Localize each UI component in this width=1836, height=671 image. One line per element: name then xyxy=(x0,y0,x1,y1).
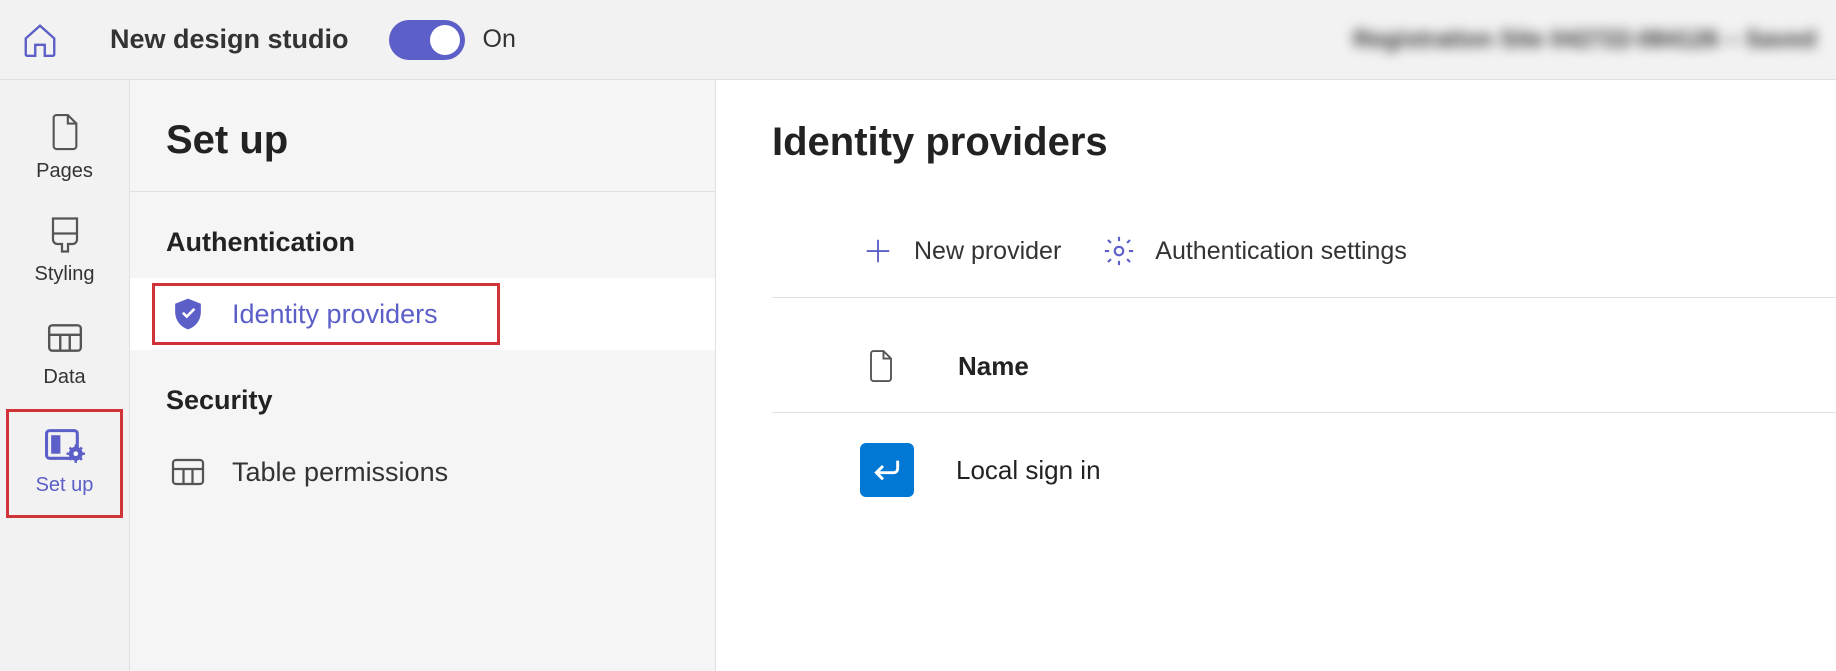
section-header-security: Security xyxy=(130,350,715,436)
plus-icon xyxy=(860,233,896,269)
list-header: Name xyxy=(772,298,1836,413)
new-provider-label: New provider xyxy=(914,237,1061,266)
rail-item-styling[interactable]: Styling xyxy=(0,201,129,304)
table-icon xyxy=(170,454,206,490)
content-toolbar: New provider Authentication settings xyxy=(772,213,1836,298)
auth-settings-button[interactable]: Authentication settings xyxy=(1101,233,1407,269)
new-provider-button[interactable]: New provider xyxy=(860,233,1061,269)
design-studio-toggle[interactable] xyxy=(389,20,465,60)
rail-label: Data xyxy=(43,366,85,389)
provider-name: Local sign in xyxy=(956,455,1101,486)
toggle-state-label: On xyxy=(483,25,516,54)
toggle-knob xyxy=(430,25,460,55)
rail-item-pages[interactable]: Pages xyxy=(0,98,129,201)
rail-label: Styling xyxy=(34,263,94,286)
shield-check-icon xyxy=(170,296,206,332)
rail-label: Pages xyxy=(36,160,93,183)
save-status: Registration Site 042722-084126 – Saved xyxy=(1353,26,1816,54)
gear-icon xyxy=(1101,233,1137,269)
return-icon xyxy=(860,443,914,497)
brush-icon xyxy=(45,215,85,255)
nav-rail: Pages Styling xyxy=(0,80,130,671)
home-button[interactable] xyxy=(20,20,60,60)
side-panel-title: Set up xyxy=(130,108,715,191)
side-item-label: Identity providers xyxy=(232,299,438,330)
content-area: Identity providers New provider xyxy=(716,80,1836,671)
page-icon xyxy=(45,112,85,152)
rail-label: Set up xyxy=(36,474,94,497)
app-title: New design studio xyxy=(110,24,349,55)
table-icon xyxy=(45,318,85,358)
rail-item-setup[interactable]: Set up xyxy=(6,409,123,518)
side-item-label: Table permissions xyxy=(232,457,448,488)
provider-row-local-sign-in[interactable]: Local sign in xyxy=(772,413,1836,517)
column-header-name[interactable]: Name xyxy=(958,351,1029,382)
home-icon xyxy=(21,21,59,59)
setup-side-panel: Set up Authentication Identity providers… xyxy=(130,80,716,671)
content-title: Identity providers xyxy=(772,120,1836,165)
auth-settings-label: Authentication settings xyxy=(1155,237,1407,266)
page-icon xyxy=(866,348,902,384)
side-item-table-permissions[interactable]: Table permissions xyxy=(130,436,715,508)
design-studio-toggle-group: On xyxy=(389,20,516,60)
setup-icon xyxy=(45,426,85,466)
section-header-authentication: Authentication xyxy=(130,192,715,278)
rail-item-data[interactable]: Data xyxy=(0,304,129,407)
topbar: New design studio On Registration Site 0… xyxy=(0,0,1836,80)
side-item-identity-providers[interactable]: Identity providers xyxy=(130,278,715,350)
